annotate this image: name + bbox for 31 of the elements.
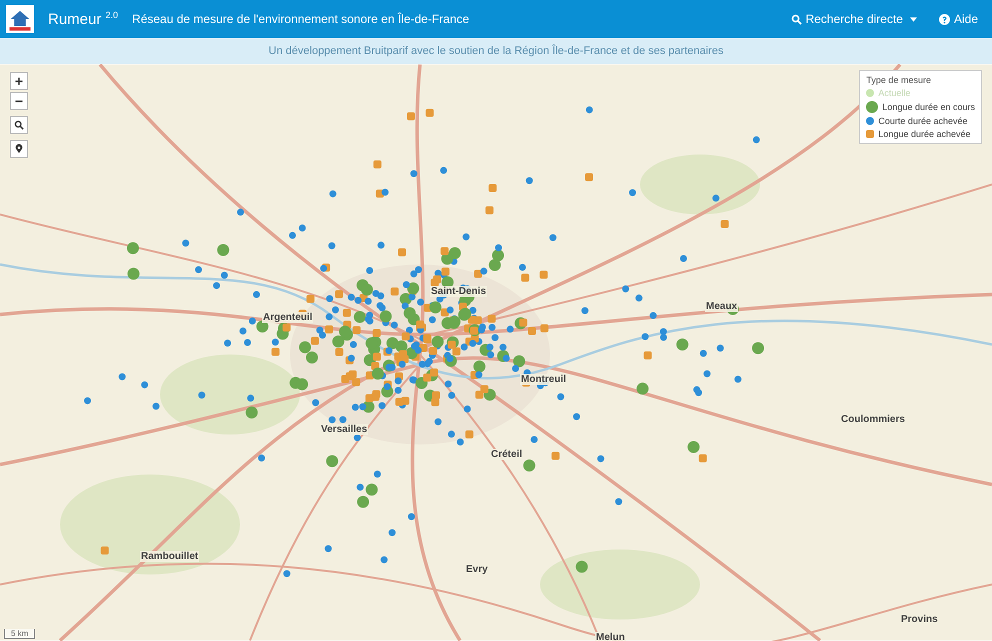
place-label: Meaux	[705, 301, 738, 312]
logo-icon	[6, 4, 34, 34]
legend-title: Type de mesure	[866, 75, 932, 85]
scale-bar: 5 km	[4, 629, 36, 639]
help-icon	[938, 14, 950, 24]
legend-label[interactable]: Courte durée achevée	[878, 116, 968, 126]
place-label: Créteil	[490, 449, 524, 460]
place-label: Saint-Denis	[430, 286, 488, 297]
place-label: Evry	[465, 564, 489, 575]
search-menu[interactable]: Recherche directe	[790, 12, 917, 26]
place-label: Montreuil	[520, 374, 567, 385]
place-label: Melun	[595, 632, 626, 641]
zoom-button[interactable]: −	[10, 92, 28, 110]
place-label: Rambouillet	[140, 551, 200, 562]
place-label: Versailles	[320, 424, 368, 435]
locate-button[interactable]	[10, 140, 28, 158]
place-label: Provins	[900, 614, 939, 625]
search-icon	[790, 14, 802, 24]
legend-label[interactable]: Longue durée en cours	[882, 102, 975, 112]
app-subtitle: Réseau de mesure de l'environnement sonore en Île-de-France	[132, 12, 470, 26]
zoom-button[interactable]: +	[10, 72, 28, 90]
search-map-button[interactable]	[10, 116, 28, 134]
place-label: Argenteuil	[262, 312, 314, 323]
pin-icon	[14, 144, 24, 154]
search-icon	[14, 120, 24, 130]
place-label: Coulommiers	[840, 414, 906, 425]
legend-label[interactable]: Longue durée achevée	[878, 129, 971, 139]
app-title[interactable]: Rumeur $^{2.0}$	[48, 10, 118, 28]
banner-text: Un développement Bruitparif avec le soutien de la Région Île-de-France et de ses partenaires	[268, 45, 724, 57]
help-link[interactable]: Aide	[938, 12, 978, 26]
caret-icon	[910, 16, 917, 22]
